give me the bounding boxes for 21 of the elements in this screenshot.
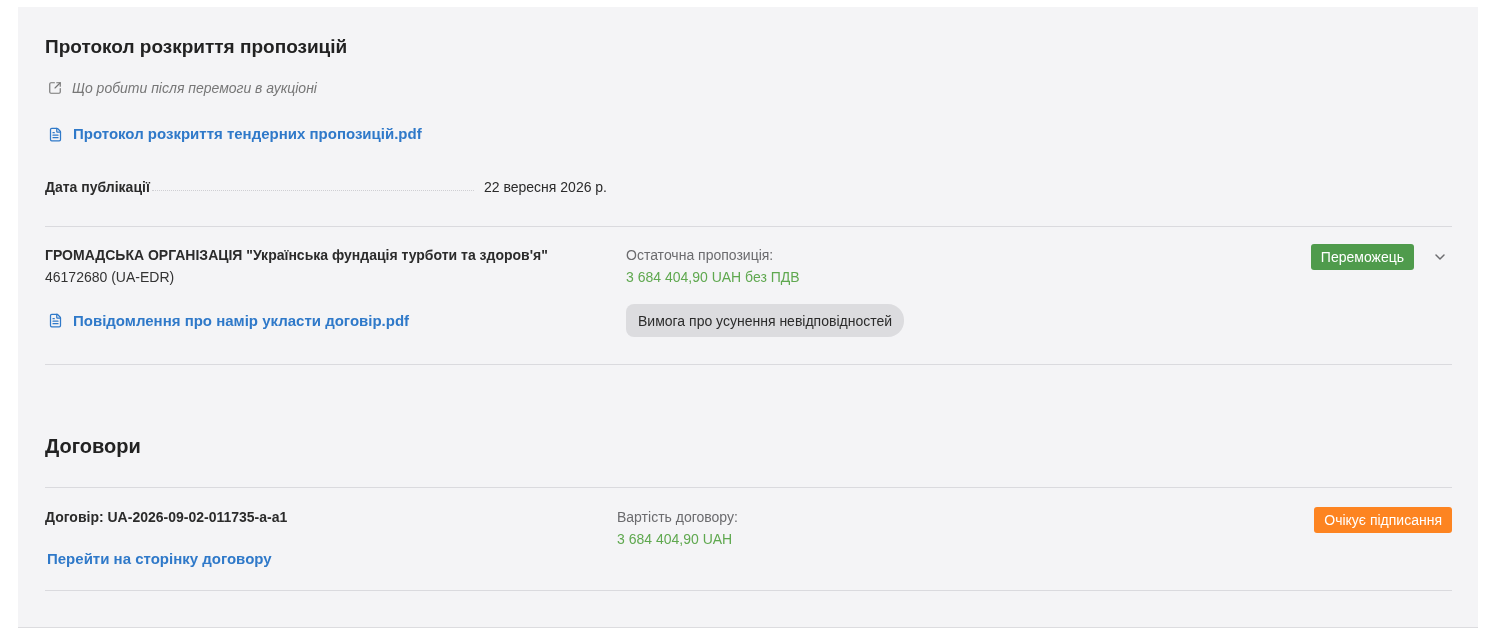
file-icon (48, 313, 63, 328)
file-icon (48, 126, 63, 142)
offer-amount: 3 684 404,90 UAH без ПДВ (626, 268, 800, 287)
contract-amount: 3 684 404,90 UAH (617, 530, 733, 549)
help-link[interactable]: Що робити після перемоги в аукціоні (45, 78, 317, 98)
section-title: Протокол розкриття пропозицій (45, 35, 348, 59)
document-link[interactable]: Протокол розкриття тендерних пропозицій.pdf (45, 124, 422, 144)
section-title: Договори (45, 434, 141, 459)
value-label: Вартість договору: (617, 508, 738, 527)
supplier-name: ГРОМАДСЬКА ОРГАНІЗАЦІЯ "Українська фундація турботи та здоров'я" (45, 246, 548, 265)
offer-label: Остаточна пропозиція: (626, 246, 774, 265)
contract-number: Договір: UA-2026-09-02-011735-a-a1 (45, 508, 288, 527)
field-label: Дата публікації (45, 178, 150, 197)
external-link-icon (48, 81, 62, 95)
document-link[interactable]: Повідомлення про намір укласти договір.pdf (45, 310, 410, 331)
contract-page-link[interactable]: Перейти на сторінку договору (47, 549, 272, 569)
field-value: 22 вересня 2026 р. (484, 178, 608, 197)
status-badge: Очікує підписання (1314, 507, 1452, 533)
supplier-id: 46172680 (UA-EDR) (45, 268, 175, 287)
claim-button[interactable]: Вимога про усунення невідповідностей (626, 304, 905, 337)
status-badge: Переможець (1310, 244, 1414, 270)
